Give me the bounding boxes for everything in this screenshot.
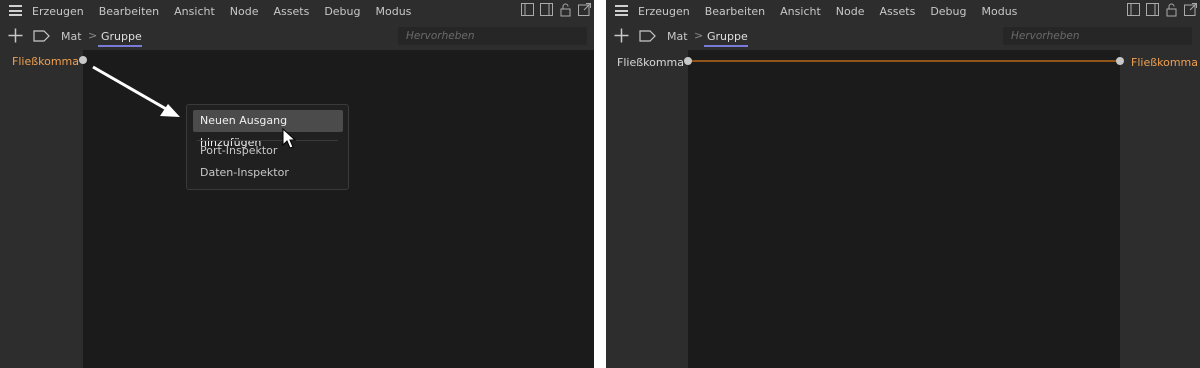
node-editor-panel-after: Erzeugen Bearbeiten Ansicht Node Assets … <box>606 0 1200 368</box>
output-port-label: Fließkomma <box>1131 56 1199 69</box>
connection-wire <box>688 60 1120 62</box>
mouse-cursor-icon <box>282 128 297 149</box>
port-inspector-menu-item[interactable]: Port-Inspektor <box>193 140 284 162</box>
add-output-menu-item[interactable]: Neuen Ausgang hinzufügen <box>193 110 343 149</box>
input-port-label: Fließkomma <box>617 56 685 69</box>
context-menu: Neuen Ausgang hinzufügen Port-Inspektor … <box>186 104 349 190</box>
node-editor-panel-before: Erzeugen Bearbeiten Ansicht Node Assets … <box>0 0 594 368</box>
input-port-dot[interactable] <box>684 57 692 65</box>
output-port-dot[interactable] <box>1116 57 1124 65</box>
data-inspector-menu-item[interactable]: Daten-Inspektor <box>193 162 296 184</box>
